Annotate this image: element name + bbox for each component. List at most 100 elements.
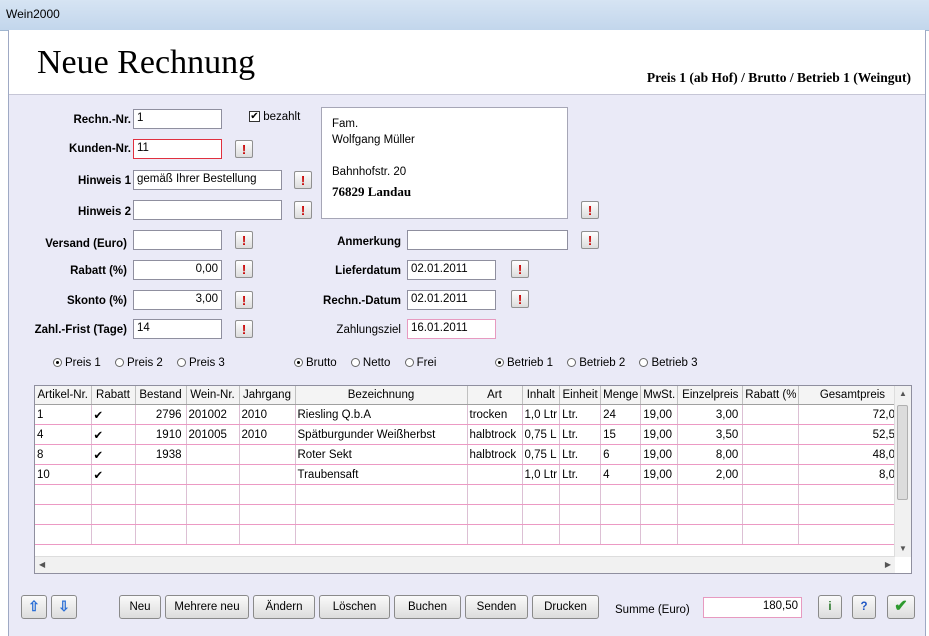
table-cell[interactable]: 201005 bbox=[186, 424, 240, 445]
table-cell[interactable] bbox=[742, 504, 800, 525]
table-cell[interactable]: 19,00 bbox=[640, 404, 679, 425]
table-cell[interactable] bbox=[522, 484, 561, 505]
radio-preis3[interactable]: Preis 3 bbox=[177, 357, 225, 369]
table-cell[interactable] bbox=[239, 524, 296, 545]
scroll-left-arrow-icon[interactable]: ◀ bbox=[39, 560, 45, 569]
hinweis1-input[interactable]: gemäß Ihrer Bestellung bbox=[133, 170, 282, 190]
radio-betrieb3-dot[interactable] bbox=[639, 358, 649, 367]
table-cell[interactable] bbox=[35, 524, 92, 545]
table-cell[interactable] bbox=[742, 524, 800, 545]
table-cell[interactable]: 48,00 bbox=[798, 444, 907, 465]
radio-preis2-dot[interactable] bbox=[115, 358, 124, 367]
radio-brutto-dot[interactable] bbox=[294, 358, 303, 367]
anmerkung-alert-button[interactable]: ! bbox=[581, 231, 599, 249]
table-cell[interactable] bbox=[522, 504, 561, 525]
table-cell[interactable]: 10 bbox=[35, 464, 92, 485]
table-cell[interactable]: 1,0 Ltr bbox=[522, 464, 561, 485]
table-cell[interactable] bbox=[295, 484, 468, 505]
column-header[interactable]: Jahrgang bbox=[239, 386, 296, 405]
radio-frei[interactable]: Frei bbox=[404, 357, 436, 369]
column-header[interactable]: Bezeichnung bbox=[295, 386, 468, 405]
rabatt-checkbox-cell[interactable]: ✔ bbox=[91, 424, 136, 445]
radio-preis3-dot[interactable] bbox=[177, 358, 186, 367]
rabatt-checkbox-cell[interactable]: ✔ bbox=[91, 464, 136, 485]
radio-betrieb3[interactable]: Betrieb 3 bbox=[639, 357, 698, 369]
radio-betrieb1-dot[interactable] bbox=[495, 358, 504, 367]
buchen-button[interactable]: Buchen bbox=[394, 595, 461, 619]
radio-preis1[interactable]: Preis 1 bbox=[53, 357, 101, 369]
table-cell[interactable] bbox=[798, 484, 907, 505]
rabatt-checkbox-cell[interactable]: ✔ bbox=[91, 444, 136, 465]
column-header[interactable]: Rabatt bbox=[91, 386, 136, 405]
ok-check-icon[interactable]: ✔ bbox=[887, 595, 915, 619]
table-cell[interactable]: 19,00 bbox=[640, 464, 679, 485]
table-cell[interactable] bbox=[559, 484, 602, 505]
radio-netto-dot[interactable] bbox=[350, 358, 360, 367]
table-cell[interactable]: 1910 bbox=[135, 424, 187, 445]
scroll-right-arrow-icon[interactable]: ▶ bbox=[885, 560, 891, 569]
table-cell[interactable] bbox=[467, 524, 523, 545]
column-header[interactable]: Art bbox=[467, 386, 523, 405]
table-cell[interactable] bbox=[35, 504, 92, 525]
loeschen-button[interactable]: Löschen bbox=[319, 595, 390, 619]
column-header[interactable]: MwSt. bbox=[640, 386, 679, 405]
table-cell[interactable]: 2796 bbox=[135, 404, 187, 425]
rabatt-checkbox-cell[interactable]: ✔ bbox=[91, 404, 136, 425]
radio-betrieb2[interactable]: Betrieb 2 bbox=[567, 357, 625, 369]
table-cell[interactable] bbox=[467, 504, 523, 525]
table-cell[interactable]: 15 bbox=[600, 424, 642, 445]
table-cell[interactable]: Spätburgunder Weißherbst bbox=[295, 424, 468, 445]
table-cell[interactable] bbox=[239, 464, 296, 485]
table-cell[interactable]: Traubensaft bbox=[295, 464, 468, 485]
table-cell[interactable] bbox=[742, 444, 800, 465]
table-cell[interactable] bbox=[640, 484, 679, 505]
table-cell[interactable]: 52,50 bbox=[798, 424, 907, 445]
hinweis1-alert-button[interactable]: ! bbox=[294, 171, 312, 189]
vertical-scroll-thumb[interactable] bbox=[897, 405, 908, 500]
table-cell[interactable] bbox=[186, 524, 240, 545]
radio-netto[interactable]: Netto bbox=[350, 357, 390, 369]
rabatt-checkbox-cell[interactable] bbox=[91, 484, 136, 505]
table-cell[interactable] bbox=[295, 504, 468, 525]
invoice-table[interactable]: Artikel-Nr. Rabatt Bestand Wein-Nr. Jahrgang… bbox=[34, 385, 912, 574]
info-icon[interactable]: i bbox=[818, 595, 842, 619]
aendern-button[interactable]: Ändern bbox=[253, 595, 315, 619]
table-cell[interactable]: 0,75 L bbox=[522, 424, 561, 445]
horizontal-scrollbar[interactable]: ◀ ▶ bbox=[35, 556, 895, 573]
table-cell[interactable] bbox=[186, 464, 240, 485]
table-cell[interactable] bbox=[135, 464, 187, 485]
table-row[interactable]: 1 ✔ 2796 201002 2010 Riesling Q.b.A trocken 1,0… bbox=[35, 404, 907, 425]
move-down-button[interactable]: ⇩ bbox=[51, 595, 77, 619]
radio-brutto[interactable]: Brutto bbox=[294, 357, 337, 369]
vertical-scrollbar[interactable]: ▲ ▼ bbox=[894, 386, 911, 557]
table-row[interactable] bbox=[35, 524, 907, 545]
table-cell[interactable]: 1 bbox=[35, 404, 92, 425]
table-cell[interactable]: Ltr. bbox=[559, 424, 602, 445]
radio-frei-dot[interactable] bbox=[404, 358, 414, 367]
table-cell[interactable]: 201002 bbox=[186, 404, 240, 425]
zahl-frist-alert-button[interactable]: ! bbox=[235, 320, 253, 338]
bezahlt-check[interactable]: ✔ bbox=[249, 111, 260, 123]
table-cell[interactable] bbox=[677, 504, 744, 525]
neu-button[interactable]: Neu bbox=[119, 595, 161, 619]
table-row[interactable]: 10 ✔ Traubensaft 1,0 Ltr Ltr. 4 19,00 2,00 8,00 bbox=[35, 464, 907, 485]
table-cell[interactable] bbox=[600, 484, 642, 505]
column-header[interactable]: Inhalt bbox=[522, 386, 561, 405]
table-cell[interactable]: halbtrock bbox=[467, 444, 523, 465]
column-header[interactable]: Rabatt (% bbox=[742, 386, 800, 405]
table-cell[interactable]: 8 bbox=[35, 444, 92, 465]
table-cell[interactable] bbox=[239, 484, 296, 505]
versand-alert-button[interactable]: ! bbox=[235, 231, 253, 249]
table-cell[interactable] bbox=[798, 504, 907, 525]
column-header[interactable]: Bestand bbox=[135, 386, 187, 405]
rabatt-checkbox-cell[interactable] bbox=[91, 504, 136, 525]
skonto-input[interactable]: 3,00 bbox=[133, 290, 222, 310]
table-cell[interactable] bbox=[186, 444, 240, 465]
table-cell[interactable] bbox=[559, 504, 602, 525]
table-cell[interactable]: Roter Sekt bbox=[295, 444, 468, 465]
rechn-nr-input[interactable]: 1 bbox=[133, 109, 222, 129]
table-cell[interactable] bbox=[640, 524, 679, 545]
table-cell[interactable]: 3,50 bbox=[677, 424, 744, 445]
bezahlt-checkbox[interactable]: ✔ bezahlt bbox=[249, 111, 300, 123]
radio-preis2[interactable]: Preis 2 bbox=[115, 357, 163, 369]
